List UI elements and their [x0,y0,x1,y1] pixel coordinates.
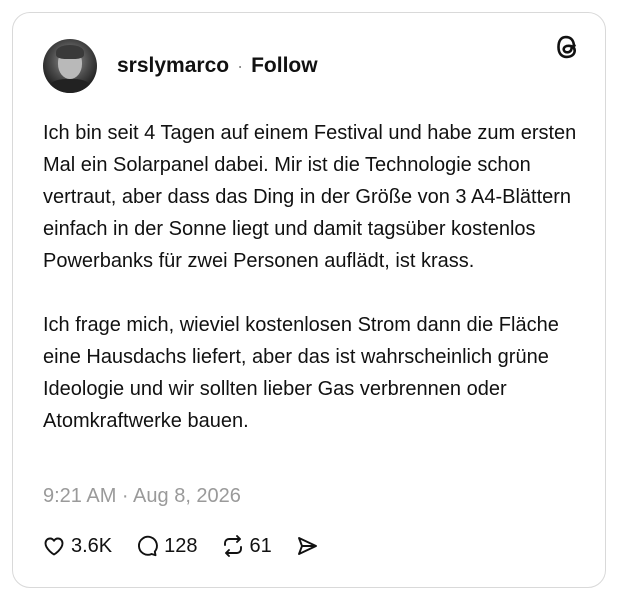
reply-button[interactable]: 128 [134,533,198,559]
avatar[interactable] [43,39,97,93]
like-button[interactable]: 3.6K [41,533,112,559]
reply-count: 128 [164,534,198,557]
action-bar: 3.6K 128 61 [41,533,346,559]
like-count: 3.6K [71,534,113,557]
speech-bubble-icon [138,535,159,557]
separator-dot: · [237,55,244,76]
post-paragraph-2: Ich frage mich, wieviel kostenlosen Stro… [43,314,559,432]
send-icon [297,537,317,555]
post-body: Ich bin seit 4 Tagen auf einem Festival … [43,117,583,469]
repost-button[interactable]: 61 [220,533,272,559]
repost-arrows-icon [223,535,242,557]
follow-button[interactable]: Follow [251,54,318,78]
post-card: srslymarco · Follow Ich bin seit 4 Tagen… [12,12,606,588]
threads-logo-icon[interactable] [555,33,583,61]
heart-icon [44,537,64,556]
username[interactable]: srslymarco [117,54,229,78]
share-button[interactable] [294,533,324,559]
post-timestamp: 9:21 AM · Aug 8, 2026 [43,485,241,507]
post-header: srslymarco · Follow [43,39,318,93]
repost-count: 61 [249,534,272,557]
post-paragraph-1: Ich bin seit 4 Tagen auf einem Festival … [43,122,577,272]
